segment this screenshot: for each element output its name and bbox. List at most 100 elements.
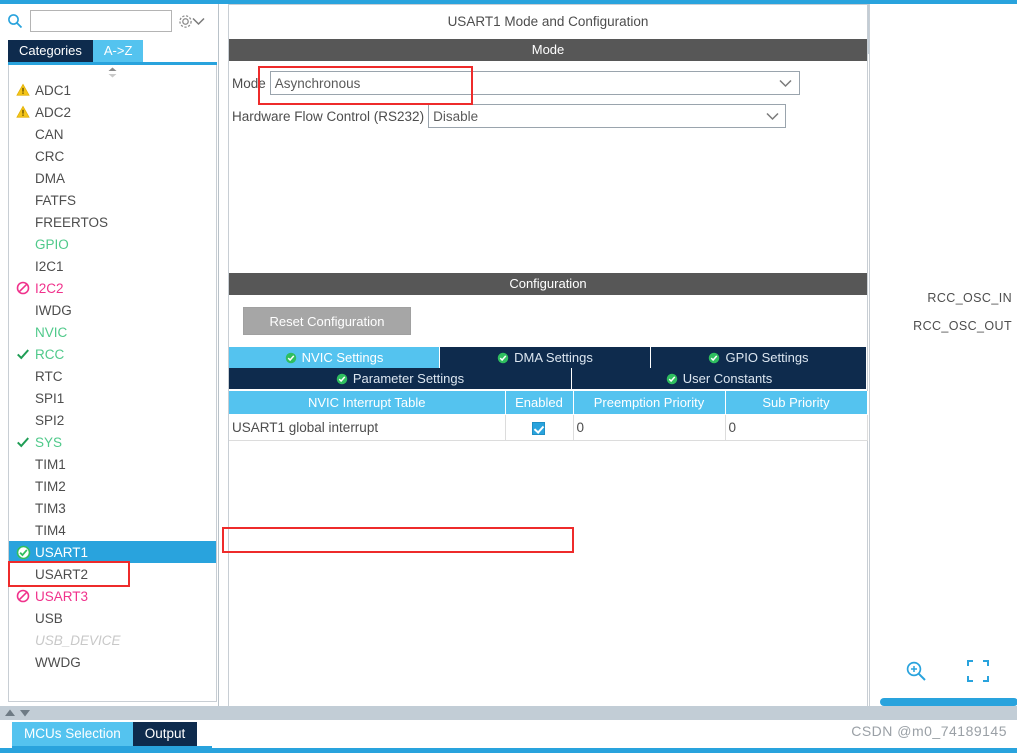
status-check-icon <box>13 347 33 361</box>
sidebar-item-tim1[interactable]: TIM1 <box>9 453 216 475</box>
sidebar-item-tim2[interactable]: TIM2 <box>9 475 216 497</box>
sidebar-item-nvic[interactable]: NVIC <box>9 321 216 343</box>
sidebar-item-usart1[interactable]: USART1 <box>9 541 216 563</box>
tab-parameter-settings[interactable]: Parameter Settings <box>229 368 572 389</box>
sidebar-item-spi2[interactable]: SPI2 <box>9 409 216 431</box>
table-header-row: NVIC Interrupt Table Enabled Preemption Pr… <box>229 391 868 415</box>
chevron-down-icon[interactable] <box>192 17 205 26</box>
sub-priority-cell[interactable]: 0 <box>725 414 868 441</box>
tab-categories[interactable]: Categories <box>8 40 93 62</box>
bottom-splitter[interactable] <box>0 706 1017 720</box>
sidebar-item-label: FATFS <box>35 192 77 208</box>
sidebar-item-label: I2C2 <box>35 280 64 296</box>
sidebar-item-adc1[interactable]: ADC1 <box>9 79 216 101</box>
search-row <box>0 4 218 38</box>
sidebar-item-rcc[interactable]: RCC <box>9 343 216 365</box>
interrupt-name-cell: USART1 global interrupt <box>229 414 506 441</box>
sidebar-item-label: SYS <box>35 434 63 450</box>
tab-a-to-z[interactable]: A->Z <box>92 40 144 62</box>
sidebar-item-wwdg[interactable]: WWDG <box>9 651 216 673</box>
peripheral-list-container[interactable]: ADC1 ADC2 CAN CRC DMA FATFS FREERTOS GPIO I2C1 I2… <box>8 65 217 702</box>
chip-view-toolbar <box>870 659 1017 686</box>
chevron-down-icon[interactable] <box>773 79 799 88</box>
sidebar-item-usart2[interactable]: USART2 <box>9 563 216 585</box>
mode-field-row: Mode Asynchronous <box>232 70 867 96</box>
chip-view-panel[interactable]: RCC_OSC_IN RCC_OSC_OUT <box>869 4 1017 706</box>
sidebar-item-label: TIM2 <box>35 478 66 494</box>
tab-label: Parameter Settings <box>352 371 465 386</box>
sidebar-item-i2c1[interactable]: I2C1 <box>9 255 216 277</box>
mode-select-value: Asynchronous <box>274 75 361 91</box>
sidebar-item-label: FREERTOS <box>35 214 109 230</box>
mode-select[interactable]: Asynchronous <box>269 71 800 95</box>
page-title: USART1 Mode and Configuration <box>229 5 867 39</box>
search-box[interactable] <box>30 10 205 32</box>
sidebar-item-fatfs[interactable]: FATFS <box>9 189 216 211</box>
search-input[interactable] <box>31 11 192 31</box>
cubemx-window: Categories A->Z ADC1 ADC2 CAN CRC DMA FATFS FR… <box>0 0 1017 753</box>
sidebar-item-adc2[interactable]: ADC2 <box>9 101 216 123</box>
sidebar-item-crc[interactable]: CRC <box>9 145 216 167</box>
pin-label-rcc-osc-out: RCC_OSC_OUT <box>913 319 1012 333</box>
chevron-down-icon[interactable] <box>759 112 785 121</box>
tab-nvic-settings[interactable]: NVIC Settings <box>229 347 440 368</box>
zoom-in-icon[interactable] <box>904 659 928 686</box>
sidebar-item-label: TIM3 <box>35 500 66 516</box>
sidebar-item-i2c2[interactable]: I2C2 <box>9 277 216 299</box>
checkbox-checked-icon[interactable] <box>532 421 545 435</box>
sidebar-item-label: USART3 <box>35 588 89 604</box>
sidebar-item-tim4[interactable]: TIM4 <box>9 519 216 541</box>
tab-user-constants[interactable]: User Constants <box>572 368 867 389</box>
sidebar-item-label: TIM1 <box>35 456 66 472</box>
sidebar-item-usb_device[interactable]: USB_DEVICE <box>9 629 216 651</box>
bottom-tabs: MCUs Selection Output <box>12 722 198 746</box>
check-circle-icon <box>285 352 297 364</box>
sidebar-item-usb[interactable]: USB <box>9 607 216 629</box>
scroll-grip-icon[interactable] <box>9 65 216 79</box>
sidebar-item-label: NVIC <box>35 324 68 340</box>
peripheral-sidebar: Categories A->Z ADC1 ADC2 CAN CRC DMA FATFS FR… <box>0 4 219 706</box>
reset-configuration-button[interactable]: Reset Configuration <box>243 307 411 335</box>
sidebar-item-label: DMA <box>35 170 65 186</box>
pin-label-group: RCC_OSC_IN RCC_OSC_OUT <box>870 284 1017 340</box>
sidebar-item-rtc[interactable]: RTC <box>9 365 216 387</box>
mode-field-label: Mode <box>232 75 266 91</box>
tab-output[interactable]: Output <box>132 722 198 746</box>
sidebar-item-sys[interactable]: SYS <box>9 431 216 453</box>
pin-label-rcc-osc-in: RCC_OSC_IN <box>927 291 1012 305</box>
tab-dma-settings[interactable]: DMA Settings <box>440 347 651 368</box>
sidebar-item-dma[interactable]: DMA <box>9 167 216 189</box>
sidebar-item-label: SPI2 <box>35 412 65 428</box>
status-blocked-icon <box>13 589 33 603</box>
tab-label: NVIC Settings <box>301 350 384 365</box>
sidebar-item-spi1[interactable]: SPI1 <box>9 387 216 409</box>
status-warning-icon <box>13 105 33 119</box>
sidebar-item-can[interactable]: CAN <box>9 123 216 145</box>
chip-view-horizontal-scrollbar[interactable] <box>880 698 1017 706</box>
sidebar-item-label: SPI1 <box>35 390 65 406</box>
status-blocked-icon <box>13 281 33 295</box>
sidebar-item-usart3[interactable]: USART3 <box>9 585 216 607</box>
sidebar-item-gpio[interactable]: GPIO <box>9 233 216 255</box>
sidebar-item-label: USB <box>35 610 63 626</box>
sidebar-item-tim3[interactable]: TIM3 <box>9 497 216 519</box>
sidebar-item-label: IWDG <box>35 302 72 318</box>
status-warning-icon <box>13 83 33 97</box>
column-header: Enabled <box>505 391 574 415</box>
tab-mcus-selection[interactable]: MCUs Selection <box>12 722 133 746</box>
sidebar-item-freertos[interactable]: FREERTOS <box>9 211 216 233</box>
table-row[interactable]: USART1 global interrupt 0 0 <box>229 414 868 441</box>
sidebar-item-label: RCC <box>35 346 65 362</box>
sidebar-item-iwdg[interactable]: IWDG <box>9 299 216 321</box>
status-ok-circle-icon <box>13 545 33 560</box>
tab-gpio-settings[interactable]: GPIO Settings <box>651 347 867 368</box>
fit-to-screen-icon[interactable] <box>966 659 990 686</box>
hardware-flow-control-select[interactable]: Disable <box>428 104 787 128</box>
sidebar-item-label: USB_DEVICE <box>35 632 121 648</box>
check-circle-icon <box>497 352 509 364</box>
enabled-checkbox[interactable] <box>505 414 574 441</box>
sidebar-item-label: USART2 <box>35 566 89 582</box>
splitter-arrows-icon <box>5 709 30 717</box>
sidebar-tabs: Categories A->Z <box>8 40 144 62</box>
preemption-priority-cell[interactable]: 0 <box>573 414 726 441</box>
